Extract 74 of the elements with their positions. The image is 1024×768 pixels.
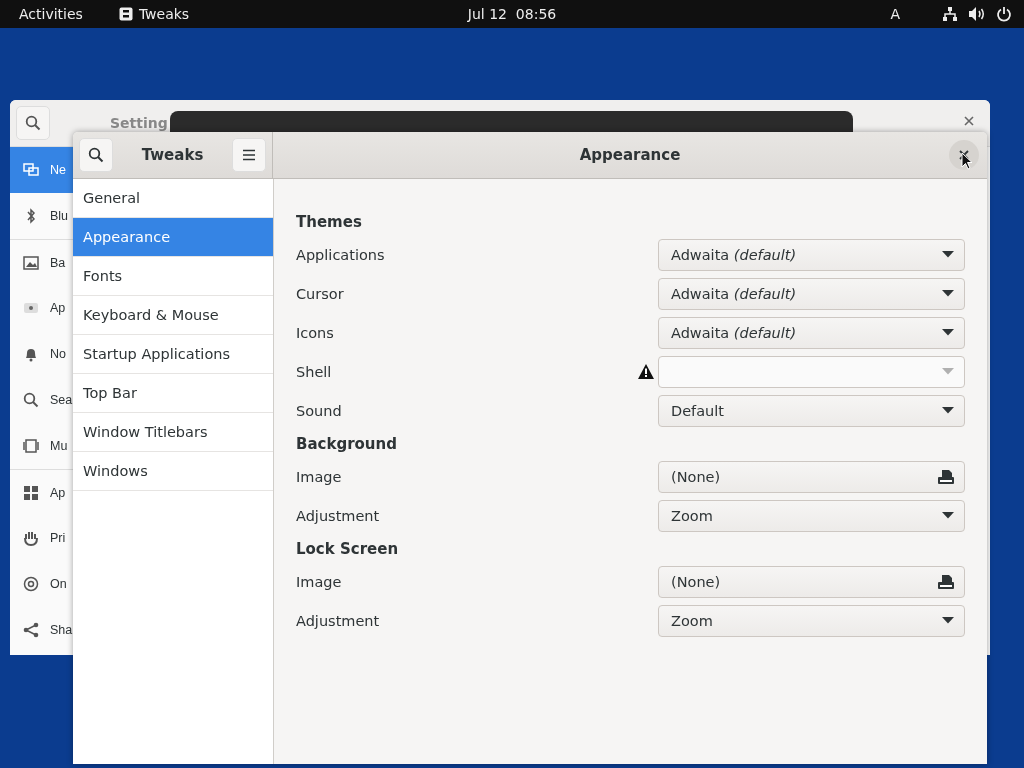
close-icon (959, 150, 969, 160)
grid-icon (23, 484, 39, 501)
setting-label: Image (296, 573, 343, 590)
sidebar-item[interactable]: Appearance (73, 218, 273, 257)
dropdown[interactable]: Zoom (658, 499, 965, 532)
input-source-indicator[interactable]: A (890, 6, 900, 22)
display-icon (23, 438, 39, 454)
power-icon[interactable] (996, 6, 1012, 22)
window-title: Setting (110, 115, 168, 131)
dropdown[interactable]: Zoom (658, 604, 965, 637)
caret-icon (942, 617, 954, 624)
sidebar-item[interactable]: Window Titlebars (73, 413, 273, 452)
setting-label: Shell (296, 363, 333, 380)
activities-button[interactable]: Activities (19, 6, 83, 22)
search-icon (23, 392, 39, 408)
caret-icon (942, 368, 954, 375)
setting-label: Icons (296, 324, 335, 341)
sidebar-item[interactable]: Windows (73, 452, 273, 491)
dropdown[interactable]: Adwaita (default) (658, 238, 965, 271)
clock[interactable]: Jul 12 08:56 (467, 6, 557, 22)
caret-icon (942, 290, 954, 297)
app-icon (23, 300, 39, 316)
search-icon (88, 147, 104, 163)
app-icon (118, 7, 133, 21)
document-icon (938, 574, 954, 589)
sidebar-item[interactable]: Sea (10, 377, 73, 423)
sidebar-item[interactable]: Top Bar (73, 374, 273, 413)
menu-icon (241, 147, 257, 163)
share-icon (23, 622, 39, 638)
sidebar-item[interactable]: No (10, 331, 73, 377)
sidebar-item[interactable]: Pri (10, 515, 73, 561)
pointer-icon (961, 152, 973, 170)
network-icon (23, 162, 39, 178)
page-title: Appearance (579, 146, 681, 164)
search-icon (25, 115, 41, 131)
caret-icon (942, 251, 954, 258)
caret-icon (942, 407, 954, 414)
setting-label: Adjustment (296, 612, 381, 629)
dropdown[interactable]: Adwaita (default) (658, 316, 965, 349)
dropdown[interactable]: Default (658, 394, 965, 427)
setting-label: Cursor (296, 285, 345, 302)
bell-icon (23, 346, 39, 362)
caret-icon (942, 512, 954, 519)
sidebar-item[interactable]: Blu (10, 193, 73, 239)
close-icon (964, 116, 974, 126)
network-icon[interactable] (942, 6, 958, 22)
setting-label: Applications (296, 246, 386, 263)
hand-icon (23, 530, 39, 546)
setting-label: Image (296, 468, 343, 485)
section-heading: Background (296, 435, 397, 453)
file-chooser[interactable]: (None) (658, 565, 965, 598)
app-menu[interactable]: Tweaks (118, 6, 190, 22)
volume-icon[interactable] (968, 6, 986, 22)
image-icon (23, 254, 39, 271)
setting-label: Sound (296, 402, 343, 419)
file-chooser[interactable]: (None) (658, 460, 965, 493)
section-heading: Themes (296, 213, 362, 231)
sidebar-item[interactable]: Startup Applications (73, 335, 273, 374)
sidebar-item[interactable]: Fonts (73, 257, 273, 296)
sidebar-item[interactable]: Sha (10, 607, 73, 653)
sidebar-item[interactable]: Ap (10, 285, 73, 331)
sidebar-item[interactable]: Ne (10, 147, 73, 193)
setting-label: Adjustment (296, 507, 381, 524)
menu-button[interactable] (232, 138, 266, 172)
dropdown[interactable]: Adwaita (default) (658, 277, 965, 310)
sidebar-item[interactable]: On (10, 561, 73, 607)
search-button[interactable] (16, 106, 50, 140)
section-heading: Lock Screen (296, 540, 399, 558)
window-title: Tweaks (141, 146, 204, 164)
sidebar-item[interactable]: Mu (10, 423, 73, 469)
search-button[interactable] (79, 138, 113, 172)
caret-icon (942, 329, 954, 336)
sidebar-item[interactable]: Keyboard & Mouse (73, 296, 273, 335)
document-icon (938, 469, 954, 484)
